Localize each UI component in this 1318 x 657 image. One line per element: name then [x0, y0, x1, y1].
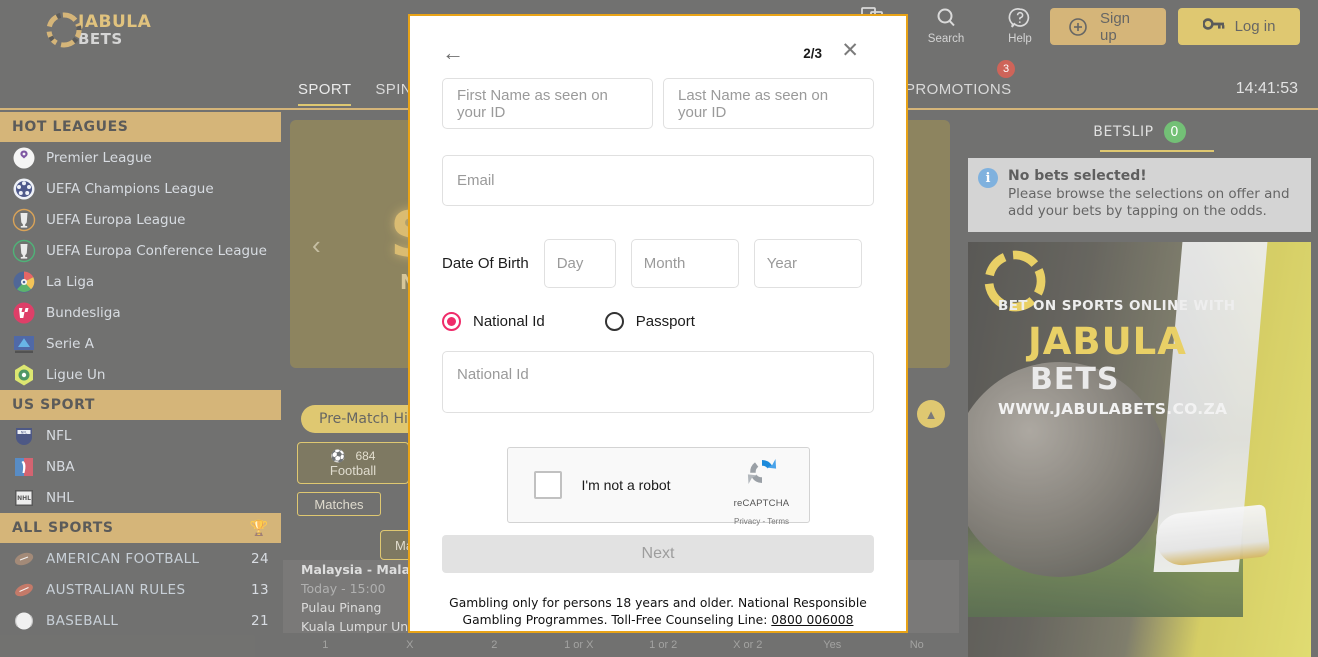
radio-national-id-dot[interactable] — [442, 312, 461, 331]
recaptcha-checkbox[interactable] — [533, 471, 562, 499]
radio-passport-label: Passport — [635, 313, 695, 330]
recaptcha-widget[interactable]: I'm not a robot reCAPTCHA Privacy - Term… — [506, 447, 810, 526]
next-button[interactable]: Next — [442, 535, 874, 573]
date-of-birth-row: Date Of Birth Day Month Year — [442, 239, 874, 288]
step-indicator: 2/3 — [803, 46, 822, 61]
radio-national-id[interactable]: National Id — [442, 312, 545, 331]
id-type-radio-group: National Id Passport — [442, 312, 874, 331]
close-icon[interactable]: ✕ — [841, 40, 859, 61]
last-name-input[interactable]: Last Name as seen on your ID — [663, 78, 874, 129]
national-id-input[interactable]: National Id — [442, 351, 874, 413]
dob-month-input[interactable]: Month — [630, 239, 739, 288]
dob-day-input[interactable]: Day — [543, 239, 616, 288]
date-of-birth-label: Date Of Birth — [442, 255, 529, 272]
legal-notice: Gambling only for persons 18 years and o… — [442, 595, 874, 630]
email-input[interactable]: Email — [442, 155, 874, 206]
legal-phone[interactable]: 0800 006008 — [771, 613, 853, 627]
first-name-input[interactable]: First Name as seen on your ID — [442, 78, 653, 129]
radio-passport[interactable]: Passport — [604, 312, 695, 331]
next-button-label: Next — [641, 545, 675, 562]
recaptcha-logo-icon — [745, 459, 779, 492]
radio-passport-dot[interactable] — [604, 312, 624, 331]
back-arrow-icon[interactable]: ← — [442, 42, 464, 64]
radio-national-id-label: National Id — [473, 313, 545, 330]
registration-modal: ← 2/3 ✕ First Name as seen on your ID La… — [408, 14, 908, 633]
recaptcha-terms[interactable]: Privacy - Terms — [734, 517, 789, 526]
recaptcha-brand-name: reCAPTCHA — [733, 498, 790, 509]
recaptcha-branding: reCAPTCHA Privacy - Terms — [727, 456, 797, 529]
page-root: JABULA BETS Chat — [0, 0, 1318, 657]
recaptcha-label: I'm not a robot — [581, 477, 671, 493]
dob-year-input[interactable]: Year — [753, 239, 862, 288]
modal-header: ← 2/3 ✕ — [442, 16, 874, 78]
name-fields-row: First Name as seen on your ID Last Name … — [442, 78, 874, 129]
